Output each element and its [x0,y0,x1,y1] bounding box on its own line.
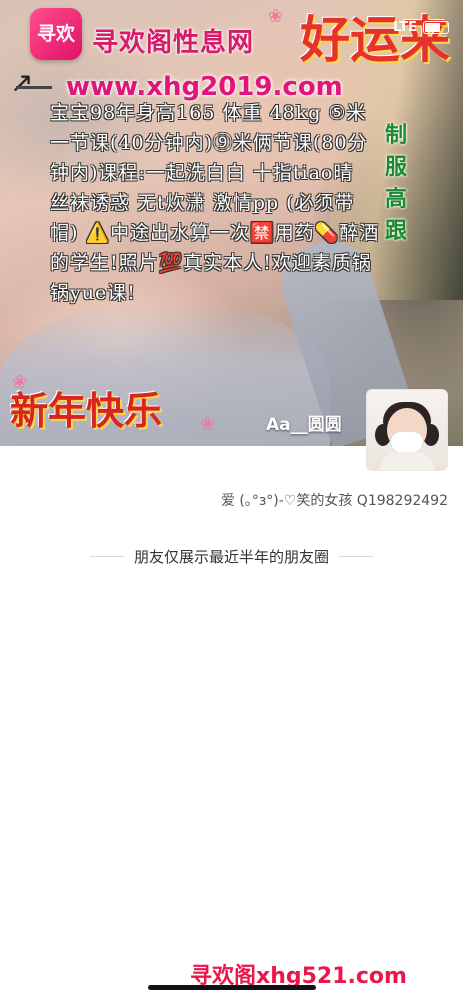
battery-icon [423,21,449,34]
feed-notice-row: 朋友仅展示最近半年的朋友圈 [0,546,463,567]
divider [89,556,124,557]
side-vertical-text: 制服高跟 [384,123,407,244]
status-bar: LTE [393,20,449,35]
avatar[interactable] [366,389,448,471]
home-indicator[interactable] [148,985,316,990]
divider [339,556,373,557]
site-logo: 寻欢 [30,8,82,60]
network-indicator: LTE [393,20,417,35]
arrow-line-decoration [16,86,52,89]
ad-text: 宝宝98年身高165 体重 48kg ⑤米一节课(40分钟内)⑨米俩节课(80分… [50,102,380,304]
feed-notice: 朋友仅展示最近半年的朋友圈 [133,548,329,566]
cover-photo[interactable]: 寻欢 寻欢阁性息网 好运来 LTE ↗ www.xhg2019.com 宝宝98… [0,0,463,446]
flower-icon: ❀ [268,6,284,27]
flower-icon: ❀ [200,414,216,435]
profile-signature: 爱 (｡°з°)-♡笑的女孩 Q198292492 [220,493,448,509]
flower-icon: ❀ [12,372,28,393]
site-title: 寻欢阁性息网 [92,28,255,58]
blessing-text: 好运来 [300,11,450,69]
profile-nickname: Aa__圆圆 [266,415,342,435]
new-year-text: 新年快乐 [10,389,163,433]
